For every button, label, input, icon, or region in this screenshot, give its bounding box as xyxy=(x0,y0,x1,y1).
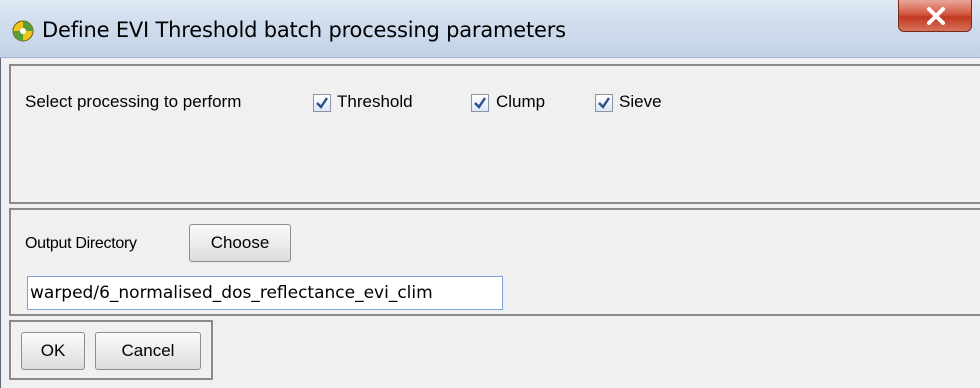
output-path-input[interactable] xyxy=(27,276,503,310)
checkmark-icon xyxy=(598,97,610,109)
close-icon xyxy=(927,7,945,25)
ok-button[interactable]: OK xyxy=(21,332,85,370)
sieve-label[interactable]: Sieve xyxy=(619,92,662,112)
clump-checkbox[interactable] xyxy=(471,94,489,112)
checkmark-icon xyxy=(474,97,486,109)
output-directory-label: Output Directory xyxy=(25,235,137,252)
window-title: Define EVI Threshold batch processing pa… xyxy=(42,18,566,42)
qgis-app-icon xyxy=(12,20,34,42)
threshold-checkbox[interactable] xyxy=(313,94,331,112)
processing-label: Select processing to perform xyxy=(25,92,242,111)
sieve-checkbox[interactable] xyxy=(595,94,613,112)
cancel-button[interactable]: Cancel xyxy=(95,332,201,370)
title-bar: Define EVI Threshold batch processing pa… xyxy=(0,0,980,58)
action-panel: OK Cancel xyxy=(9,320,213,380)
close-button[interactable] xyxy=(898,0,972,32)
threshold-label[interactable]: Threshold xyxy=(337,92,413,112)
output-panel: Output Directory Choose xyxy=(9,208,980,316)
clump-label[interactable]: Clump xyxy=(496,92,545,112)
choose-button[interactable]: Choose xyxy=(189,224,291,262)
checkmark-icon xyxy=(316,97,328,109)
processing-panel: Select processing to perform Threshold C… xyxy=(9,64,980,204)
